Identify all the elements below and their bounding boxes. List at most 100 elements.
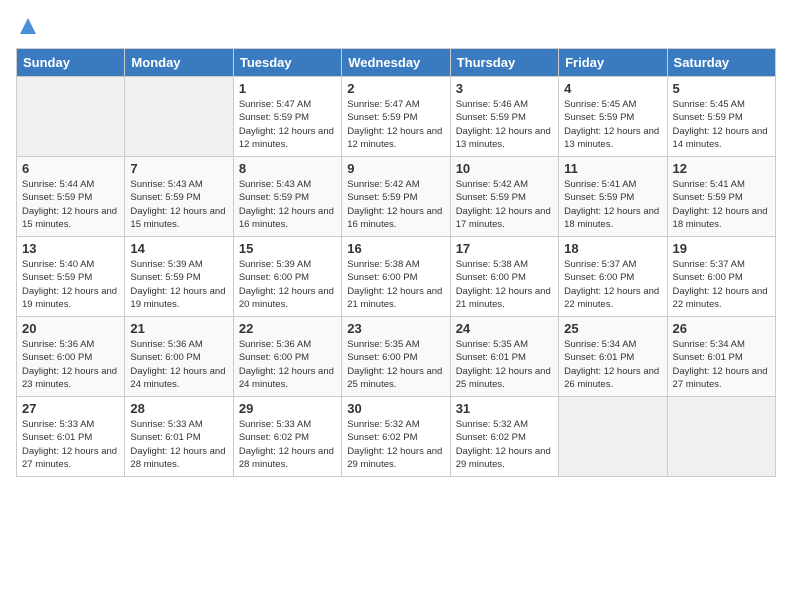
calendar-cell: 16Sunrise: 5:38 AMSunset: 6:00 PMDayligh… bbox=[342, 237, 450, 317]
day-number: 12 bbox=[673, 161, 770, 176]
calendar-cell: 15 Sunrise: 5:39 AMSunset: 6:00 PMDayligh… bbox=[233, 237, 341, 317]
calendar-cell: 1 Sunrise: 5:47 AMSunset: 5:59 PMDaylight… bbox=[233, 77, 341, 157]
day-info: Sunrise: 5:38 AMSunset: 6:00 PMDaylight:… bbox=[347, 258, 444, 311]
day-number: 25 bbox=[564, 321, 661, 336]
calendar-cell: 29 Sunrise: 5:33 AMSunset: 6:02 PMDayligh… bbox=[233, 397, 341, 477]
day-number: 4 bbox=[564, 81, 661, 96]
day-info: Sunrise: 5:36 AMSunset: 6:00 PMDaylight:… bbox=[130, 338, 227, 391]
calendar-cell: 30 Sunrise: 5:32 AMSunset: 6:02 PMDayligh… bbox=[342, 397, 450, 477]
day-info: Sunrise: 5:39 AMSunset: 6:00 PMDaylight:… bbox=[239, 258, 336, 311]
day-number: 28 bbox=[130, 401, 227, 416]
day-info: Sunrise: 5:35 AMSunset: 6:00 PMDaylight:… bbox=[347, 338, 444, 391]
calendar-cell: 10Sunrise: 5:42 AMSunset: 5:59 PMDayligh… bbox=[450, 157, 558, 237]
calendar-cell: 4 Sunrise: 5:45 AMSunset: 5:59 PMDaylight… bbox=[559, 77, 667, 157]
day-header-monday: Monday bbox=[125, 49, 233, 77]
day-header-tuesday: Tuesday bbox=[233, 49, 341, 77]
day-info: Sunrise: 5:43 AMSunset: 5:59 PMDaylight:… bbox=[130, 178, 227, 231]
day-info: Sunrise: 5:42 AMSunset: 5:59 PMDaylight:… bbox=[347, 178, 444, 231]
day-info: Sunrise: 5:33 AMSunset: 6:02 PMDaylight:… bbox=[239, 418, 336, 471]
calendar-cell: 24 Sunrise: 5:35 AMSunset: 6:01 PMDayligh… bbox=[450, 317, 558, 397]
day-info: Sunrise: 5:40 AMSunset: 5:59 PMDaylight:… bbox=[22, 258, 119, 311]
day-info: Sunrise: 5:41 AMSunset: 5:59 PMDaylight:… bbox=[564, 178, 661, 231]
day-number: 10 bbox=[456, 161, 553, 176]
day-number: 15 bbox=[239, 241, 336, 256]
calendar-cell: 12 Sunrise: 5:41 AMSunset: 5:59 PMDayligh… bbox=[667, 157, 775, 237]
day-number: 29 bbox=[239, 401, 336, 416]
day-info: Sunrise: 5:37 AMSunset: 6:00 PMDaylight:… bbox=[673, 258, 770, 311]
day-number: 9 bbox=[347, 161, 444, 176]
calendar-cell: 20 Sunrise: 5:36 AMSunset: 6:00 PMDayligh… bbox=[17, 317, 125, 397]
day-number: 22 bbox=[239, 321, 336, 336]
day-info: Sunrise: 5:34 AMSunset: 6:01 PMDaylight:… bbox=[673, 338, 770, 391]
day-number: 18 bbox=[564, 241, 661, 256]
day-header-friday: Friday bbox=[559, 49, 667, 77]
day-number: 24 bbox=[456, 321, 553, 336]
day-number: 1 bbox=[239, 81, 336, 96]
calendar-cell: 21 Sunrise: 5:36 AMSunset: 6:00 PMDayligh… bbox=[125, 317, 233, 397]
calendar-cell: 7 Sunrise: 5:43 AMSunset: 5:59 PMDaylight… bbox=[125, 157, 233, 237]
day-number: 31 bbox=[456, 401, 553, 416]
calendar-cell: 17Sunrise: 5:38 AMSunset: 6:00 PMDayligh… bbox=[450, 237, 558, 317]
day-info: Sunrise: 5:47 AMSunset: 5:59 PMDaylight:… bbox=[239, 98, 336, 151]
days-header-row: SundayMondayTuesdayWednesdayThursdayFrid… bbox=[17, 49, 776, 77]
calendar-cell: 9 Sunrise: 5:42 AMSunset: 5:59 PMDaylight… bbox=[342, 157, 450, 237]
day-number: 7 bbox=[130, 161, 227, 176]
calendar-cell: 28 Sunrise: 5:33 AMSunset: 6:01 PMDayligh… bbox=[125, 397, 233, 477]
day-number: 20 bbox=[22, 321, 119, 336]
calendar-cell: 25 Sunrise: 5:34 AMSunset: 6:01 PMDayligh… bbox=[559, 317, 667, 397]
week-row-4: 20 Sunrise: 5:36 AMSunset: 6:00 PMDayligh… bbox=[17, 317, 776, 397]
calendar-cell: 22 Sunrise: 5:36 AMSunset: 6:00 PMDayligh… bbox=[233, 317, 341, 397]
day-number: 11 bbox=[564, 161, 661, 176]
day-info: Sunrise: 5:39 AMSunset: 5:59 PMDaylight:… bbox=[130, 258, 227, 311]
logo bbox=[16, 16, 38, 36]
calendar-cell: 26 Sunrise: 5:34 AMSunset: 6:01 PMDayligh… bbox=[667, 317, 775, 397]
day-info: Sunrise: 5:45 AMSunset: 5:59 PMDaylight:… bbox=[564, 98, 661, 151]
day-info: Sunrise: 5:34 AMSunset: 6:01 PMDaylight:… bbox=[564, 338, 661, 391]
calendar-cell: 18 Sunrise: 5:37 AMSunset: 6:00 PMDayligh… bbox=[559, 237, 667, 317]
calendar-cell: 6 Sunrise: 5:44 AMSunset: 5:59 PMDaylight… bbox=[17, 157, 125, 237]
day-number: 6 bbox=[22, 161, 119, 176]
calendar-cell bbox=[17, 77, 125, 157]
day-number: 30 bbox=[347, 401, 444, 416]
calendar-cell: 31 Sunrise: 5:32 AMSunset: 6:02 PMDayligh… bbox=[450, 397, 558, 477]
day-number: 5 bbox=[673, 81, 770, 96]
day-number: 14 bbox=[130, 241, 227, 256]
day-info: Sunrise: 5:36 AMSunset: 6:00 PMDaylight:… bbox=[22, 338, 119, 391]
week-row-5: 27Sunrise: 5:33 AMSunset: 6:01 PMDayligh… bbox=[17, 397, 776, 477]
day-info: Sunrise: 5:35 AMSunset: 6:01 PMDaylight:… bbox=[456, 338, 553, 391]
day-info: Sunrise: 5:44 AMSunset: 5:59 PMDaylight:… bbox=[22, 178, 119, 231]
day-info: Sunrise: 5:47 AMSunset: 5:59 PMDaylight:… bbox=[347, 98, 444, 151]
day-info: Sunrise: 5:33 AMSunset: 6:01 PMDaylight:… bbox=[22, 418, 119, 471]
calendar-cell bbox=[667, 397, 775, 477]
day-info: Sunrise: 5:43 AMSunset: 5:59 PMDaylight:… bbox=[239, 178, 336, 231]
calendar-cell: 14 Sunrise: 5:39 AMSunset: 5:59 PMDayligh… bbox=[125, 237, 233, 317]
day-info: Sunrise: 5:41 AMSunset: 5:59 PMDaylight:… bbox=[673, 178, 770, 231]
day-info: Sunrise: 5:36 AMSunset: 6:00 PMDaylight:… bbox=[239, 338, 336, 391]
calendar-cell: 27Sunrise: 5:33 AMSunset: 6:01 PMDayligh… bbox=[17, 397, 125, 477]
day-info: Sunrise: 5:37 AMSunset: 6:00 PMDaylight:… bbox=[564, 258, 661, 311]
calendar-cell: 2 Sunrise: 5:47 AMSunset: 5:59 PMDaylight… bbox=[342, 77, 450, 157]
calendar-table: SundayMondayTuesdayWednesdayThursdayFrid… bbox=[16, 48, 776, 477]
day-info: Sunrise: 5:32 AMSunset: 6:02 PMDaylight:… bbox=[456, 418, 553, 471]
logo-icon bbox=[18, 16, 38, 36]
calendar-cell: 13 Sunrise: 5:40 AMSunset: 5:59 PMDayligh… bbox=[17, 237, 125, 317]
day-info: Sunrise: 5:32 AMSunset: 6:02 PMDaylight:… bbox=[347, 418, 444, 471]
day-info: Sunrise: 5:45 AMSunset: 5:59 PMDaylight:… bbox=[673, 98, 770, 151]
calendar-cell: 23 Sunrise: 5:35 AMSunset: 6:00 PMDayligh… bbox=[342, 317, 450, 397]
day-number: 17 bbox=[456, 241, 553, 256]
day-number: 23 bbox=[347, 321, 444, 336]
day-header-wednesday: Wednesday bbox=[342, 49, 450, 77]
day-number: 3 bbox=[456, 81, 553, 96]
calendar-cell: 3Sunrise: 5:46 AMSunset: 5:59 PMDaylight… bbox=[450, 77, 558, 157]
day-number: 13 bbox=[22, 241, 119, 256]
week-row-3: 13 Sunrise: 5:40 AMSunset: 5:59 PMDayligh… bbox=[17, 237, 776, 317]
day-header-saturday: Saturday bbox=[667, 49, 775, 77]
day-number: 21 bbox=[130, 321, 227, 336]
day-number: 19 bbox=[673, 241, 770, 256]
calendar-cell bbox=[125, 77, 233, 157]
calendar-cell: 19 Sunrise: 5:37 AMSunset: 6:00 PMDayligh… bbox=[667, 237, 775, 317]
day-number: 8 bbox=[239, 161, 336, 176]
day-info: Sunrise: 5:33 AMSunset: 6:01 PMDaylight:… bbox=[130, 418, 227, 471]
day-number: 2 bbox=[347, 81, 444, 96]
day-number: 26 bbox=[673, 321, 770, 336]
